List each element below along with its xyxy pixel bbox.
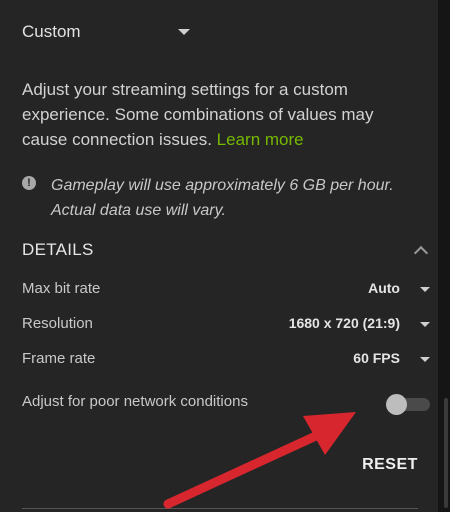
network-conditions-toggle[interactable]	[386, 394, 432, 415]
learn-more-link[interactable]: Learn more	[217, 130, 304, 149]
frame-rate-dropdown[interactable]: 60 FPS	[353, 350, 400, 366]
setting-row-network-conditions: Adjust for poor network conditions	[22, 393, 432, 415]
preset-dropdown-value: Custom	[22, 22, 81, 41]
caret-down-icon[interactable]	[420, 357, 430, 362]
setting-row-max-bit-rate: Max bit rate Auto	[22, 280, 432, 302]
max-bit-rate-dropdown[interactable]: Auto	[368, 280, 400, 296]
reset-button[interactable]: RESET	[355, 452, 425, 478]
scrollbar-thumb[interactable]	[444, 398, 448, 508]
network-conditions-label: Adjust for poor network conditions	[22, 393, 248, 410]
setting-row-resolution: Resolution 1680 x 720 (21:9)	[22, 315, 432, 337]
data-usage-text: Gameplay will use approximately 6 GB per…	[51, 173, 450, 223]
description-text: Adjust your streaming settings for a cus…	[22, 80, 374, 149]
details-title: DETAILS	[22, 240, 94, 259]
exclamation-circle-icon: !	[22, 176, 36, 190]
custom-settings-description: Adjust your streaming settings for a cus…	[22, 77, 414, 152]
caret-down-icon[interactable]	[420, 322, 430, 327]
data-usage-line-1: Gameplay will use approximately 6 GB per…	[51, 177, 394, 194]
data-usage-line-2: Actual data use will vary.	[51, 202, 226, 219]
preset-dropdown[interactable]: Custom	[22, 18, 192, 46]
chevron-up-icon[interactable]	[413, 245, 429, 261]
section-divider	[22, 508, 418, 509]
panel-edge	[438, 0, 450, 512]
streaming-settings-panel: Custom Adjust your streaming settings fo…	[0, 0, 450, 512]
frame-rate-label: Frame rate	[22, 350, 96, 367]
caret-down-icon	[178, 29, 190, 35]
details-section-header[interactable]: DETAILS	[22, 240, 432, 266]
resolution-dropdown[interactable]: 1680 x 720 (21:9)	[289, 315, 400, 331]
caret-down-icon[interactable]	[420, 287, 430, 292]
toggle-knob	[386, 394, 407, 415]
resolution-label: Resolution	[22, 315, 93, 332]
setting-row-frame-rate: Frame rate 60 FPS	[22, 350, 432, 372]
max-bit-rate-label: Max bit rate	[22, 280, 101, 297]
